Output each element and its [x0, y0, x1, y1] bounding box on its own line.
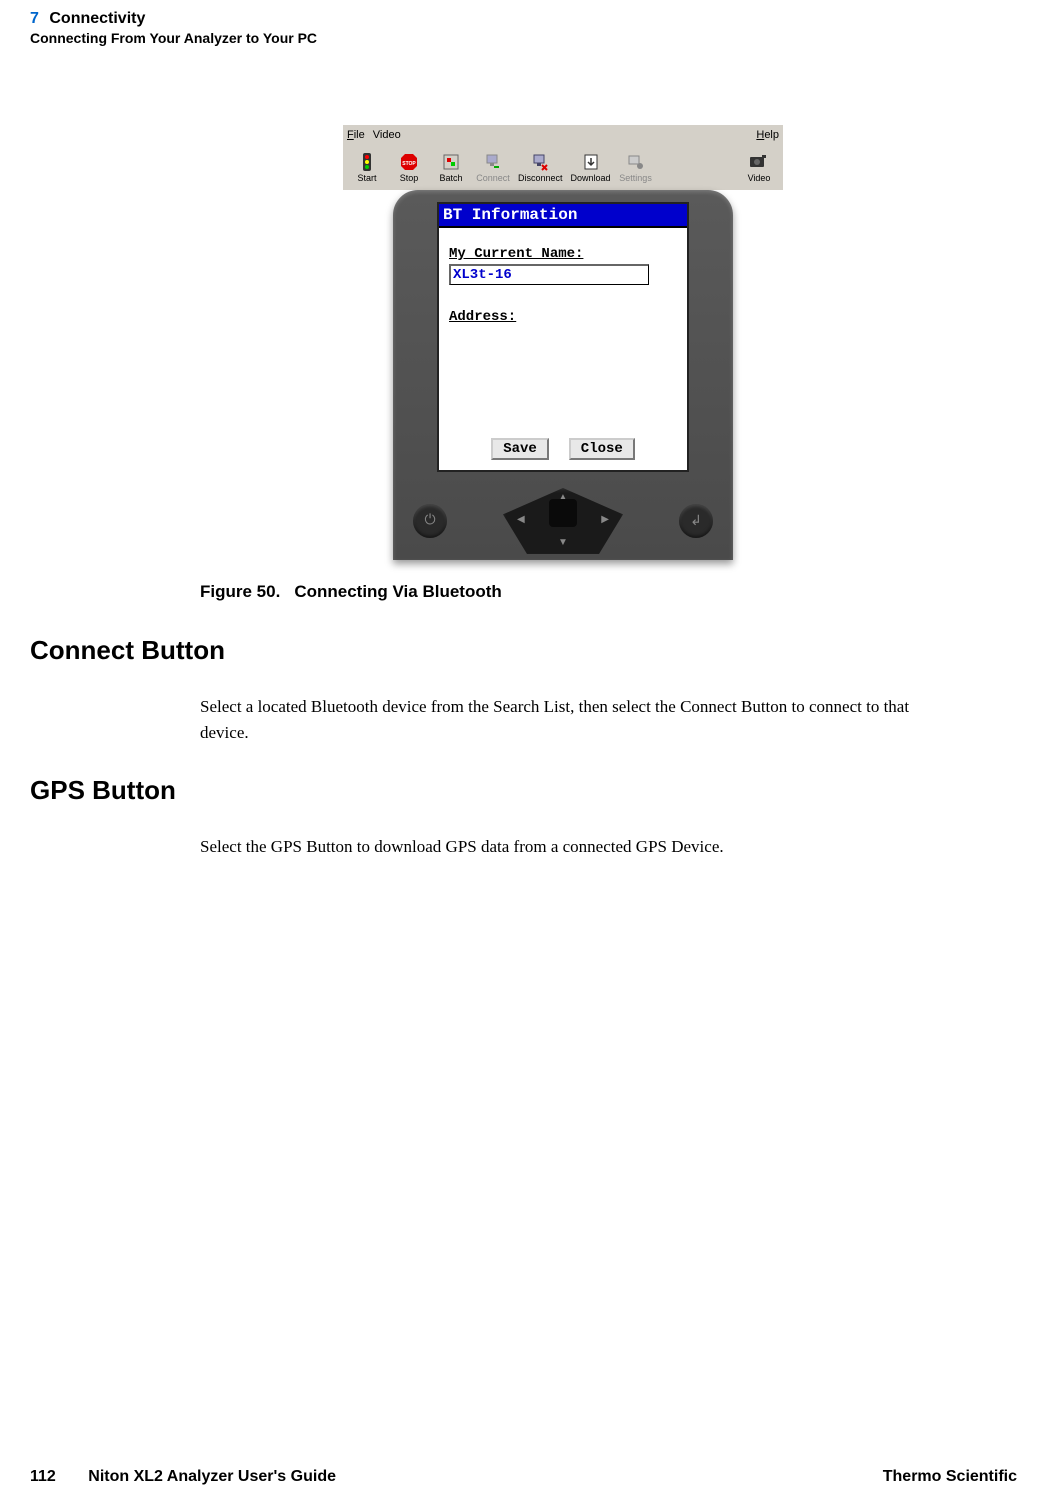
caption-text: Connecting Via Bluetooth [294, 582, 501, 601]
toolbar-video-button[interactable]: Video [739, 151, 779, 184]
heading-gps-button: GPS Button [30, 775, 176, 806]
settings-icon [626, 152, 646, 172]
app-toolbar: Start STOP Stop Batch Connect Disconnect [343, 145, 783, 190]
heading-connect-button: Connect Button [30, 635, 225, 666]
arrow-down-icon: ▼ [558, 537, 568, 548]
figure-50: File Video Help Start STOP Stop Batch [343, 125, 783, 560]
toolbar-label: Settings [619, 173, 652, 183]
download-icon [581, 152, 601, 172]
toolbar-label: Download [571, 173, 611, 183]
arrow-up-icon: ▲ [558, 492, 568, 503]
name-label: My Current Name: [449, 246, 677, 262]
chapter-number: 7 [30, 10, 39, 27]
power-button[interactable]: ⏻ [413, 504, 447, 538]
caption-prefix: Figure 50. [200, 582, 280, 601]
traffic-light-icon [357, 152, 377, 172]
page-number: 112 [30, 1468, 56, 1485]
toolbar-disconnect-button[interactable]: Disconnect [515, 151, 566, 184]
toolbar-label: Batch [439, 173, 462, 183]
connect-icon [483, 152, 503, 172]
toolbar-stop-button[interactable]: STOP Stop [389, 151, 429, 184]
toolbar-start-button[interactable]: Start [347, 151, 387, 184]
screen-title-bar: BT Information [439, 204, 687, 228]
device-hardware-controls: ⏻ ▲ ▼ ◀ ▶ ↲ [393, 486, 733, 556]
dpad[interactable]: ▲ ▼ ◀ ▶ [503, 488, 623, 554]
arrow-left-icon: ◀ [517, 514, 525, 525]
toolbar-settings-button: Settings [616, 151, 656, 184]
device-screen: BT Information My Current Name: XL3t-16 … [437, 202, 689, 472]
save-button[interactable]: Save [491, 438, 549, 460]
app-menubar: File Video Help [343, 125, 783, 145]
page-footer: 112 Niton XL2 Analyzer User's Guide Ther… [30, 1468, 1017, 1486]
toolbar-download-button[interactable]: Download [568, 151, 614, 184]
brand-name: Thermo Scientific [883, 1468, 1017, 1486]
toolbar-label: Connect [476, 173, 510, 183]
guide-title: Niton XL2 Analyzer User's Guide [88, 1468, 336, 1485]
toolbar-connect-button: Connect [473, 151, 513, 184]
chapter-title: Connectivity [49, 10, 145, 27]
address-label: Address: [449, 309, 677, 325]
disconnect-icon [530, 152, 550, 172]
enter-button[interactable]: ↲ [679, 504, 713, 538]
name-input[interactable]: XL3t-16 [449, 264, 649, 285]
close-button[interactable]: Close [569, 438, 635, 460]
arrow-right-icon: ▶ [601, 514, 609, 525]
toolbar-label: Start [357, 173, 376, 183]
figure-caption: Figure 50. Connecting Via Bluetooth [200, 582, 502, 602]
svg-text:STOP: STOP [402, 161, 416, 167]
menu-video[interactable]: Video [373, 129, 401, 141]
toolbar-label: Disconnect [518, 173, 563, 183]
menu-help[interactable]: Help [756, 129, 779, 141]
paragraph-connect: Select a located Bluetooth device from t… [200, 694, 927, 745]
toolbar-label: Stop [400, 173, 419, 183]
page-header: 7 Connectivity Connecting From Your Anal… [30, 10, 317, 46]
camera-icon [749, 152, 769, 172]
stop-sign-icon: STOP [399, 152, 419, 172]
toolbar-batch-button[interactable]: Batch [431, 151, 471, 184]
analyzer-device: BT Information My Current Name: XL3t-16 … [393, 190, 733, 560]
toolbar-label: Video [748, 173, 771, 183]
spacer [658, 167, 737, 169]
screen-body: My Current Name: XL3t-16 Address: [439, 228, 687, 335]
paragraph-gps: Select the GPS Button to download GPS da… [200, 834, 927, 860]
menu-file[interactable]: File [347, 129, 365, 141]
chapter-subtitle: Connecting From Your Analyzer to Your PC [30, 30, 317, 46]
batch-icon [441, 152, 461, 172]
